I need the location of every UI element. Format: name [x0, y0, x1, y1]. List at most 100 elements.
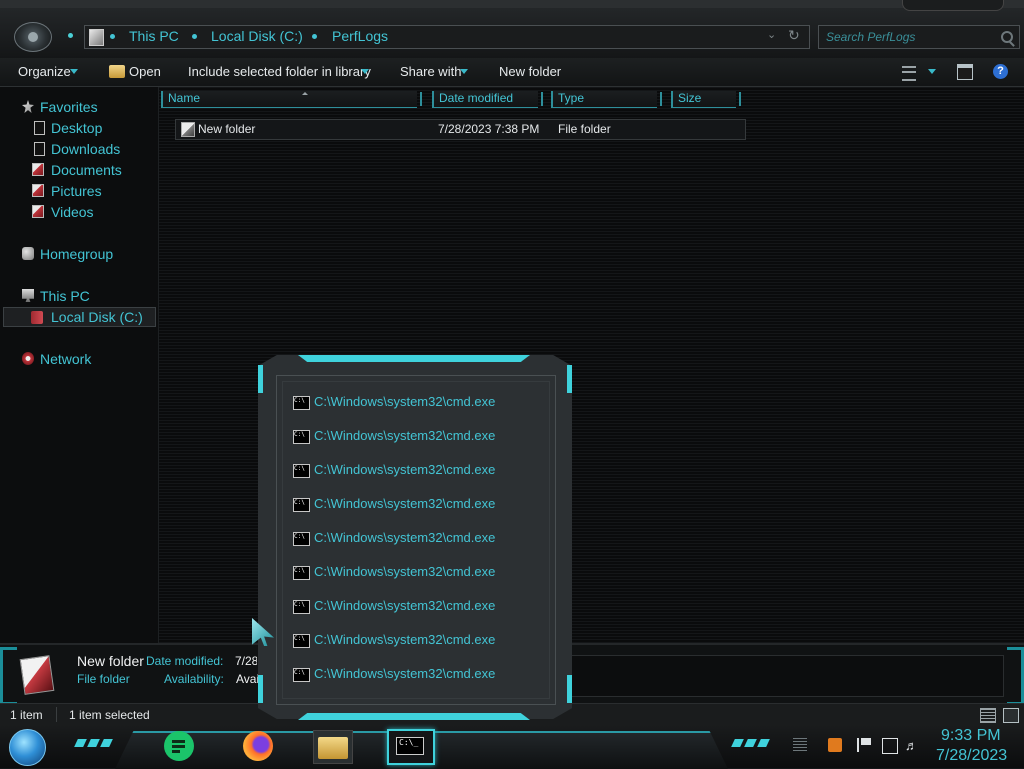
- breadcrumb-separator-icon[interactable]: [110, 34, 115, 39]
- recent-locations-dropdown[interactable]: [68, 33, 73, 38]
- share-with-button[interactable]: Share with: [400, 64, 461, 79]
- include-in-library-button[interactable]: Include selected folder in library: [188, 64, 371, 79]
- column-header-type[interactable]: Type: [551, 91, 662, 108]
- include-dropdown-icon[interactable]: [361, 69, 369, 74]
- show-hidden-icons-icon[interactable]: [793, 738, 807, 752]
- cmd-icon: C:\: [293, 566, 310, 580]
- cmd-icon: C:\: [293, 668, 310, 682]
- organize-dropdown-icon[interactable]: [70, 69, 78, 74]
- view-dropdown-icon[interactable]: [928, 69, 936, 74]
- jump-list-item-label[interactable]: C:\Windows\system32\cmd.exe: [314, 496, 495, 511]
- desktop-icon: [34, 121, 45, 135]
- address-history-chevron-icon[interactable]: ⌄: [767, 28, 776, 41]
- breadcrumb-this-pc[interactable]: This PC: [129, 28, 179, 44]
- jump-list-item-label[interactable]: C:\Windows\system32\cmd.exe: [314, 598, 495, 613]
- jump-list-item-label[interactable]: C:\Windows\system32\cmd.exe: [314, 462, 495, 477]
- address-bar[interactable]: This PC Local Disk (C:) PerfLogs ⌄ ↻: [84, 25, 810, 49]
- address-bar-area: This PC Local Disk (C:) PerfLogs ⌄ ↻ Sea…: [0, 0, 1024, 59]
- details-availability-label: Availability:: [164, 672, 224, 686]
- nav-item-favorites[interactable]: Favorites: [40, 99, 98, 115]
- breadcrumb-local-disk[interactable]: Local Disk (C:): [211, 28, 303, 44]
- ime-icon[interactable]: [828, 738, 842, 752]
- large-icons-view-icon[interactable]: [1003, 708, 1019, 723]
- taskbar: C:\_ ♬ 9:33 PM 7/28/2023: [0, 725, 1024, 769]
- jump-list-item-label[interactable]: C:\Windows\system32\cmd.exe: [314, 564, 495, 579]
- videos-icon: [32, 205, 44, 218]
- folder-icon: [318, 737, 348, 759]
- homegroup-icon: [22, 247, 34, 260]
- column-size-label: Size: [678, 91, 702, 105]
- nav-item-desktop[interactable]: Desktop: [51, 120, 102, 136]
- help-icon[interactable]: ?: [993, 64, 1008, 79]
- nav-item-documents[interactable]: Documents: [51, 162, 122, 178]
- clock-date[interactable]: 7/28/2023: [936, 747, 1007, 765]
- network-icon: [22, 352, 34, 365]
- change-view-icon[interactable]: [902, 66, 916, 81]
- sticky-notes-taskbar-icon[interactable]: [164, 731, 194, 761]
- details-frame-right: [1007, 647, 1024, 705]
- nav-item-homegroup[interactable]: Homegroup: [40, 246, 113, 262]
- start-button[interactable]: [9, 729, 46, 766]
- command-prompt-taskbar-icon[interactable]: C:\_: [387, 729, 435, 765]
- details-date-value: 7/28/2023 7:38 PM: [235, 654, 257, 668]
- nav-item-this-pc[interactable]: This PC: [40, 288, 90, 304]
- open-folder-icon[interactable]: [109, 65, 125, 78]
- action-center-flag-icon[interactable]: [857, 738, 873, 752]
- jump-list-item-label[interactable]: C:\Windows\system32\cmd.exe: [314, 530, 495, 545]
- clock-time[interactable]: 9:33 PM: [941, 727, 1001, 745]
- table-row[interactable]: New folder 7/28/2023 7:38 PM File folder: [175, 119, 746, 140]
- window-caption-decoration: [902, 0, 1004, 11]
- window-top-edge: [0, 0, 1024, 8]
- nav-item-downloads[interactable]: Downloads: [51, 141, 120, 157]
- nav-item-local-disk[interactable]: Local Disk (C:): [51, 309, 143, 325]
- column-header-name[interactable]: Name: [161, 91, 422, 108]
- column-header-date[interactable]: Date modified: [432, 91, 543, 108]
- breadcrumb-separator-icon[interactable]: [192, 34, 197, 39]
- open-button[interactable]: Open: [129, 64, 161, 79]
- search-icon[interactable]: [1001, 31, 1013, 43]
- cmd-icon: C:\: [293, 396, 310, 410]
- file-date-cell: 7/28/2023 7:38 PM: [438, 122, 540, 136]
- nav-item-network[interactable]: Network: [40, 351, 91, 367]
- breadcrumb-perflogs[interactable]: PerfLogs: [332, 28, 388, 44]
- share-dropdown-icon[interactable]: [460, 69, 468, 74]
- folder-location-icon: [89, 29, 104, 46]
- status-divider: [56, 707, 57, 722]
- network-tray-icon[interactable]: [882, 738, 898, 754]
- breadcrumb-separator-icon[interactable]: [312, 34, 317, 39]
- nav-item-pictures[interactable]: Pictures: [51, 183, 102, 199]
- file-explorer-taskbar-icon[interactable]: [313, 730, 353, 764]
- jump-list-item-label[interactable]: C:\Windows\system32\cmd.exe: [314, 666, 495, 681]
- frame-accent: [258, 675, 263, 703]
- frame-accent: [258, 365, 263, 393]
- selected-folder-thumbnail-icon: [19, 655, 55, 695]
- nav-item-videos[interactable]: Videos: [51, 204, 94, 220]
- volume-icon[interactable]: ♬: [905, 738, 919, 753]
- firefox-taskbar-icon[interactable]: [243, 731, 273, 761]
- jump-list-item-label[interactable]: C:\Windows\system32\cmd.exe: [314, 428, 495, 443]
- jump-list-bottom-glow: [298, 713, 530, 720]
- new-folder-button[interactable]: New folder: [499, 64, 561, 79]
- item-count: 1 item: [10, 708, 43, 722]
- details-availability-value: Available offline: [236, 672, 258, 686]
- organize-button[interactable]: Organize: [18, 64, 71, 79]
- details-view-icon[interactable]: [980, 708, 996, 723]
- refresh-icon[interactable]: ↻: [788, 27, 800, 44]
- jump-list-top-glow: [298, 355, 530, 362]
- column-header-size[interactable]: Size: [671, 91, 741, 108]
- jump-list-item-label[interactable]: C:\Windows\system32\cmd.exe: [314, 394, 495, 409]
- file-type-cell: File folder: [558, 122, 611, 136]
- back-arrow-icon: [28, 32, 38, 42]
- search-placeholder[interactable]: Search PerfLogs: [826, 30, 915, 44]
- details-date-label: Date modified:: [146, 654, 224, 668]
- downloads-icon: [34, 142, 45, 156]
- frame-accent: [567, 365, 572, 393]
- deco-chevron-icon: [744, 739, 757, 747]
- file-name-cell[interactable]: New folder: [198, 122, 255, 136]
- cmd-icon: C:\: [293, 532, 310, 546]
- preview-pane-icon[interactable]: [957, 64, 973, 80]
- back-forward-button[interactable]: [14, 22, 52, 52]
- jump-list-item-label[interactable]: C:\Windows\system32\cmd.exe: [314, 632, 495, 647]
- deco-chevron-icon: [731, 739, 744, 747]
- search-box[interactable]: Search PerfLogs: [818, 25, 1020, 49]
